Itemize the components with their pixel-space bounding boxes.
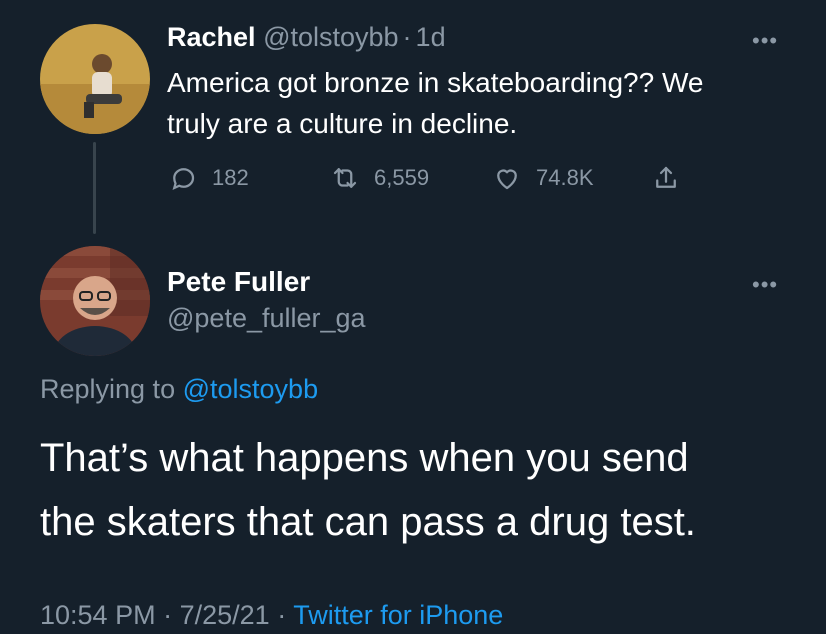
avatar-rachel[interactable] xyxy=(40,24,150,134)
retweet-count: 6,559 xyxy=(374,165,430,190)
author-handle[interactable]: @tolstoybb xyxy=(263,22,398,52)
retweet-action[interactable]: 6,559 xyxy=(330,163,429,193)
retweet-icon xyxy=(333,168,357,188)
avatar-pete[interactable] xyxy=(40,246,150,356)
tweet-text-line: America got bronze in skateboarding?? We xyxy=(167,67,704,98)
replying-prefix: Replying to xyxy=(40,374,176,404)
tweet-text: America got bronze in skateboarding?? We… xyxy=(167,62,703,144)
tweet-source-link[interactable]: Twitter for iPhone xyxy=(293,600,503,630)
tweet-meta: 10:54 PM · 7/25/21 · Twitter for iPhone xyxy=(40,600,503,631)
reply-icon xyxy=(172,168,195,191)
author-handle[interactable]: @pete_fuller_ga xyxy=(167,298,366,338)
replying-to: Replying to @tolstoybb xyxy=(40,374,318,405)
share-action[interactable] xyxy=(651,163,681,193)
tweet-header: Rachel @tolstoybb · 1d xyxy=(167,22,446,53)
separator: · xyxy=(163,600,173,630)
replying-handle-link[interactable]: @tolstoybb xyxy=(183,374,318,404)
reply-action[interactable]: 182 xyxy=(168,163,249,193)
author-name[interactable]: Pete Fuller xyxy=(167,266,366,298)
like-action[interactable]: 74.8K xyxy=(492,163,594,193)
reply-text-line: the skaters that can pass a drug test. xyxy=(40,500,696,544)
reply-text-line: That’s what happens when you send xyxy=(40,436,689,480)
share-icon xyxy=(656,166,676,188)
like-count: 74.8K xyxy=(536,165,594,190)
thread-line xyxy=(93,142,96,234)
more-icon[interactable]: ••• xyxy=(752,28,778,54)
separator: · xyxy=(277,600,287,630)
tweet-text-line: truly are a culture in decline. xyxy=(167,108,518,139)
reply-author: Pete Fuller @pete_fuller_ga xyxy=(167,266,366,338)
more-icon[interactable]: ••• xyxy=(752,272,778,298)
tweet-age[interactable]: 1d xyxy=(416,22,446,52)
separator: · xyxy=(402,22,412,52)
author-name[interactable]: Rachel xyxy=(167,22,256,52)
like-icon xyxy=(497,169,517,190)
tweet-time[interactable]: 10:54 PM xyxy=(40,600,156,630)
reply-text: That’s what happens when you send the sk… xyxy=(40,426,696,554)
reply-count: 182 xyxy=(212,165,249,190)
tweet-date[interactable]: 7/25/21 xyxy=(180,600,270,630)
